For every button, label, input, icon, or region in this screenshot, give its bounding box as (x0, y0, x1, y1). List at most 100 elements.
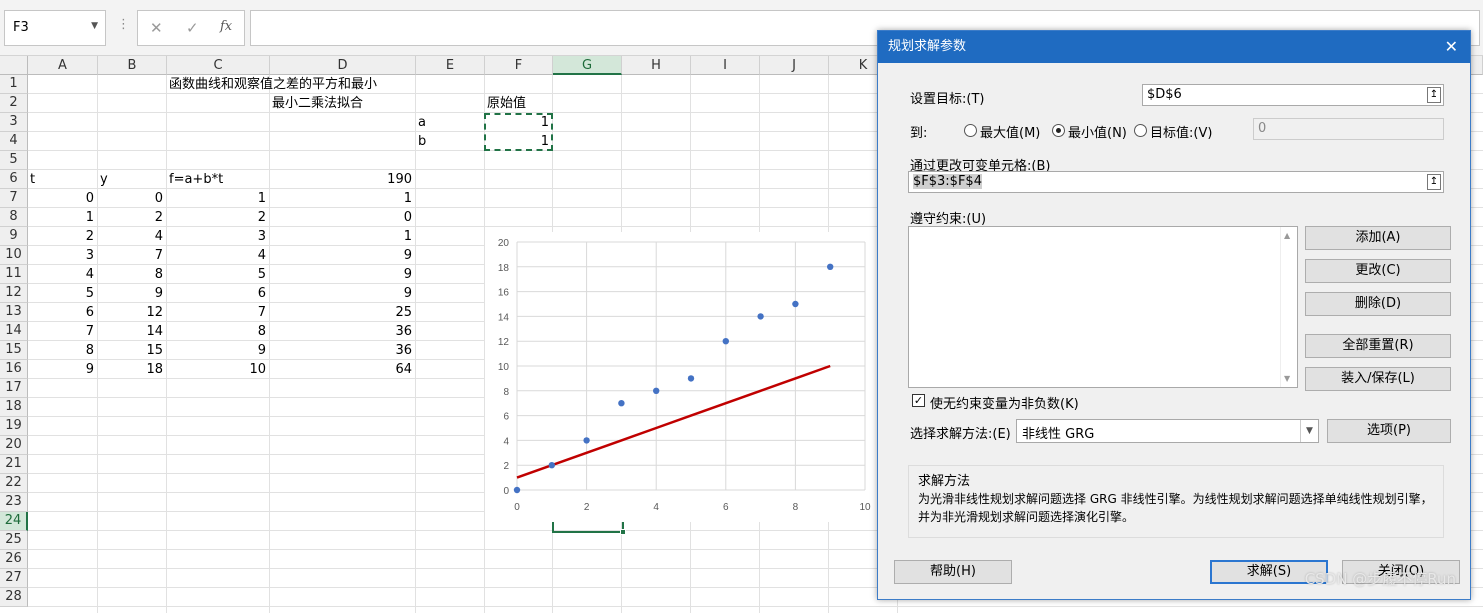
cell-d13[interactable]: 25 (270, 303, 414, 322)
cell-b14[interactable]: 14 (98, 322, 165, 341)
row-header-16[interactable]: 16 (0, 360, 28, 379)
cell-c1[interactable]: 函数曲线和观察值之差的平方和最小 (167, 75, 379, 94)
reset-all-button[interactable]: 全部重置(R) (1305, 334, 1451, 358)
row-header-5[interactable]: 5 (0, 151, 28, 170)
objective-input[interactable]: $D$6 ↥ (1142, 84, 1444, 106)
row-header-10[interactable]: 10 (0, 246, 28, 265)
cell-b12[interactable]: 9 (98, 284, 165, 303)
row-header-26[interactable]: 26 (0, 550, 28, 569)
column-header-j[interactable]: J (760, 56, 829, 75)
change-button[interactable]: 更改(C) (1305, 259, 1451, 283)
row-header-11[interactable]: 11 (0, 265, 28, 284)
cell-f2[interactable]: 原始值 (485, 94, 528, 113)
row-header-7[interactable]: 7 (0, 189, 28, 208)
cell-a12[interactable]: 5 (28, 284, 96, 303)
add-button[interactable]: 添加(A) (1305, 226, 1451, 250)
cell-a10[interactable]: 3 (28, 246, 96, 265)
cell-e3[interactable]: a (416, 113, 428, 132)
row-header-18[interactable]: 18 (0, 398, 28, 417)
row-header-2[interactable]: 2 (0, 94, 28, 113)
cell-d6[interactable]: 190 (270, 170, 414, 189)
chevron-down-icon[interactable]: ▼ (91, 21, 98, 31)
row-header-24[interactable]: 24 (0, 512, 28, 531)
range-select-icon[interactable]: ↥ (1427, 174, 1441, 190)
cell-c12[interactable]: 6 (167, 284, 268, 303)
select-all-corner[interactable] (0, 56, 28, 75)
row-header-22[interactable]: 22 (0, 474, 28, 493)
column-header-c[interactable]: C (167, 56, 270, 75)
help-button[interactable]: 帮助(H) (894, 560, 1012, 584)
function-icon[interactable]: fx (220, 19, 232, 34)
cell-a6[interactable]: t (28, 170, 37, 189)
cell-d10[interactable]: 9 (270, 246, 414, 265)
row-header-27[interactable]: 27 (0, 569, 28, 588)
changing-cells-input[interactable]: $F$3:$F$4 ↥ (908, 171, 1444, 193)
cell-a7[interactable]: 0 (28, 189, 96, 208)
cancel-icon[interactable]: ✕ (150, 19, 163, 37)
cell-d2[interactable]: 最小二乘法拟合 (270, 94, 365, 113)
row-header-1[interactable]: 1 (0, 75, 28, 94)
cell-a16[interactable]: 9 (28, 360, 96, 379)
delete-button[interactable]: 删除(D) (1305, 292, 1451, 316)
row-header-13[interactable]: 13 (0, 303, 28, 322)
cell-c14[interactable]: 8 (167, 322, 268, 341)
scatter-chart[interactable]: 0 2 4 6 8 10 12 14 16 18 20 0 2 4 6 8 10 (485, 232, 877, 522)
row-header-28[interactable]: 28 (0, 588, 28, 607)
cell-a13[interactable]: 6 (28, 303, 96, 322)
cell-d16[interactable]: 64 (270, 360, 414, 379)
cell-b11[interactable]: 8 (98, 265, 165, 284)
load-save-button[interactable]: 装入/保存(L) (1305, 367, 1451, 391)
row-header-19[interactable]: 19 (0, 417, 28, 436)
cell-c15[interactable]: 9 (167, 341, 268, 360)
cell-c9[interactable]: 3 (167, 227, 268, 246)
cell-d7[interactable]: 1 (270, 189, 414, 208)
cell-c13[interactable]: 7 (167, 303, 268, 322)
cell-b6[interactable]: y (98, 170, 110, 189)
cell-e4[interactable]: b (416, 132, 428, 151)
radio-max-label[interactable]: 最大值(M) (980, 122, 1040, 141)
radio-value[interactable] (1134, 124, 1147, 137)
column-header-g[interactable]: G (553, 56, 622, 75)
cell-b16[interactable]: 18 (98, 360, 165, 379)
range-select-icon[interactable]: ↥ (1427, 87, 1441, 103)
nonneg-label[interactable]: 使无约束变量为非负数(K) (930, 393, 1079, 412)
radio-min[interactable] (1052, 124, 1065, 137)
cell-d15[interactable]: 36 (270, 341, 414, 360)
nonneg-checkbox[interactable]: ✓ (912, 394, 925, 407)
scroll-down-icon[interactable]: ▼ (1284, 374, 1290, 383)
options-button[interactable]: 选项(P) (1327, 419, 1451, 443)
enter-icon[interactable]: ✓ (186, 19, 199, 37)
cell-a9[interactable]: 2 (28, 227, 96, 246)
method-select[interactable]: 非线性 GRG ▼ (1016, 419, 1319, 443)
cell-d14[interactable]: 36 (270, 322, 414, 341)
row-header-9[interactable]: 9 (0, 227, 28, 246)
row-header-6[interactable]: 6 (0, 170, 28, 189)
row-header-25[interactable]: 25 (0, 531, 28, 550)
row-header-17[interactable]: 17 (0, 379, 28, 398)
row-header-4[interactable]: 4 (0, 132, 28, 151)
name-box[interactable]: F3 ▼ (4, 10, 106, 46)
radio-min-label[interactable]: 最小值(N) (1068, 122, 1127, 141)
close-icon[interactable]: ✕ (1445, 31, 1458, 63)
column-header-a[interactable]: A (28, 56, 98, 75)
column-header-i[interactable]: I (691, 56, 760, 75)
cell-b9[interactable]: 4 (98, 227, 165, 246)
constraints-list[interactable]: ▲ ▼ (908, 226, 1298, 388)
row-header-21[interactable]: 21 (0, 455, 28, 474)
chevron-down-icon[interactable]: ▼ (1300, 420, 1318, 442)
cell-c8[interactable]: 2 (167, 208, 268, 227)
cell-c6[interactable]: f=a+b*t (167, 170, 225, 189)
cell-b7[interactable]: 0 (98, 189, 165, 208)
cell-a8[interactable]: 1 (28, 208, 96, 227)
cell-c10[interactable]: 4 (167, 246, 268, 265)
target-value-input[interactable]: 0 (1253, 118, 1444, 140)
column-header-b[interactable]: B (98, 56, 167, 75)
dialog-titlebar[interactable]: 规划求解参数 ✕ (878, 31, 1470, 63)
row-header-3[interactable]: 3 (0, 113, 28, 132)
scroll-up-icon[interactable]: ▲ (1284, 231, 1290, 240)
constraints-scrollbar[interactable]: ▲ ▼ (1280, 227, 1297, 387)
radio-value-label[interactable]: 目标值:(V) (1150, 122, 1212, 141)
cell-d9[interactable]: 1 (270, 227, 414, 246)
column-header-h[interactable]: H (622, 56, 691, 75)
cell-b10[interactable]: 7 (98, 246, 165, 265)
